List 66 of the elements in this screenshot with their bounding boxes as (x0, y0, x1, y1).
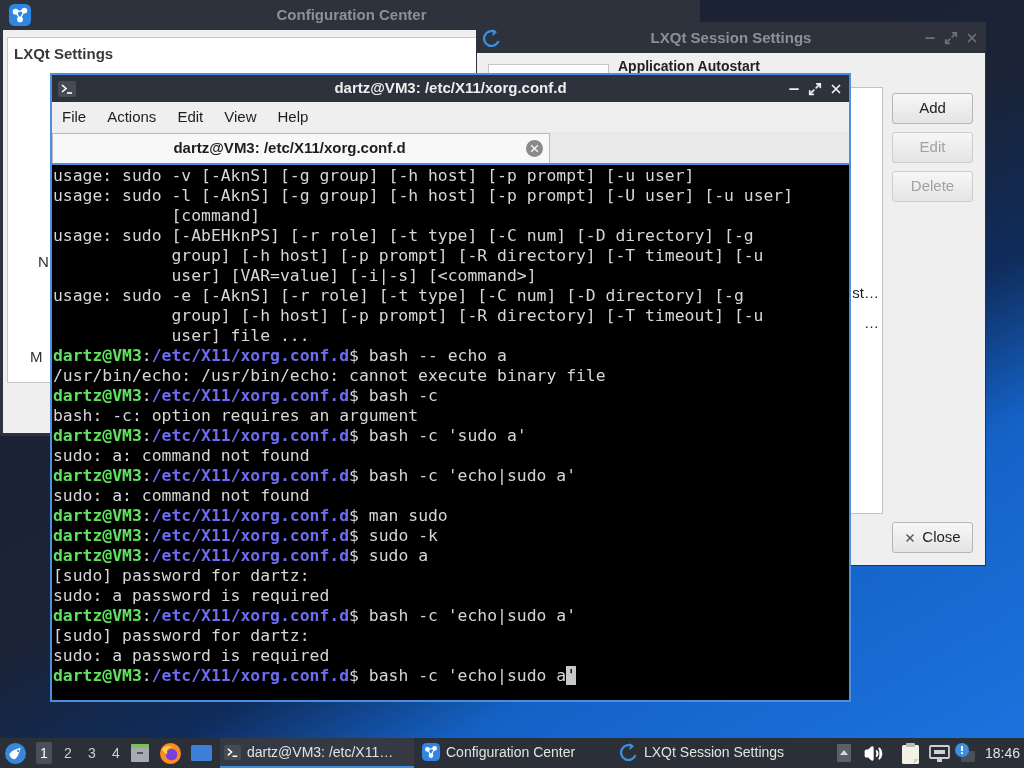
window-title: Configuration Center (276, 4, 427, 25)
prompt-line: dartz@VM3:/etc/X11/xorg.conf.d$ bash -- echo a (53, 346, 507, 365)
prompt-line: dartz@VM3:/etc/X11/xorg.conf.d$ bash -c 'echo|sudo a' (53, 666, 577, 685)
network-nodes-icon (9, 4, 31, 26)
close-button[interactable]: Close (892, 522, 973, 553)
menu-item[interactable]: Help (277, 108, 309, 126)
output-line: group] [-h host] [-p prompt] [-R directory] [-T timeout] [-u (171, 246, 764, 265)
menu-item[interactable]: Actions (107, 108, 157, 126)
output-line: [sudo] password for dartz: (53, 566, 310, 585)
volume-icon[interactable] (863, 743, 883, 763)
prompt-line: dartz@VM3:/etc/X11/xorg.conf.d$ bash -c (53, 386, 438, 405)
terminal-tab[interactable]: dartz@VM3: /etc/X11/xorg.conf.d (52, 133, 550, 163)
fox-globe-icon[interactable] (160, 742, 181, 764)
alert-icon[interactable] (954, 743, 975, 763)
output-line: usage: sudo -v [-AknS] [-g group] [-h host] [-p prompt] [-u user] (53, 166, 695, 185)
note-icon[interactable] (901, 742, 921, 764)
maximize-icon[interactable] (808, 81, 822, 96)
network-nodes-icon (422, 743, 440, 761)
file-cabinet-icon[interactable] (130, 743, 150, 763)
circular-arrow-icon (620, 743, 638, 761)
output-line: usage: sudo -l [-AknS] [-g group] [-h host] [-p prompt] [-U user] [-u user] (53, 186, 794, 205)
clock[interactable]: 18:46 (984, 742, 1020, 764)
output-line: group] [-h host] [-p prompt] [-R directory] [-T timeout] [-u (171, 306, 764, 325)
output-line: sudo: a: command not found (53, 486, 310, 505)
output-line: user] [VAR=value] [-i|-s] [<command>] (171, 266, 537, 285)
prompt-line: dartz@VM3:/etc/X11/xorg.conf.d$ bash -c 'echo|sudo a' (53, 466, 577, 485)
output-line: bash: -c: option requires an argument (53, 406, 419, 425)
workspace-button[interactable]: 3 (84, 742, 100, 764)
item-label[interactable]: M (30, 348, 43, 366)
output-line: user] file ... (171, 326, 310, 345)
panel-title: LXQt Settings (14, 45, 114, 63)
list-item[interactable]: … (864, 314, 879, 332)
dialog-button[interactable]: Add (892, 93, 973, 124)
window-title: LXQt Session Settings (650, 27, 812, 48)
workspace-button[interactable]: 2 (60, 742, 76, 764)
output-line: sudo: a password is required (53, 646, 330, 665)
task-button[interactable]: LXQt Session Settings (616, 738, 810, 768)
workspace-button[interactable]: 1 (36, 742, 52, 764)
output-line: usage: sudo [-AbEHknPS] [-r role] [-t type] [-C num] [-D directory] [-g (53, 226, 754, 245)
section-title: Application Autostart (618, 58, 760, 74)
task-button[interactable]: Configuration Center (418, 738, 612, 768)
terminal-prompt-icon (58, 80, 76, 97)
prompt-line: dartz@VM3:/etc/X11/xorg.conf.d$ man sudo (53, 506, 448, 525)
terminal-prompt-icon (224, 744, 241, 760)
close-icon (904, 531, 917, 544)
window-title: dartz@VM3: /etc/X11/xorg.conf.d (334, 78, 567, 99)
start-menu-icon[interactable] (5, 742, 26, 764)
menu-item[interactable]: Edit (177, 108, 204, 126)
prompt-line: dartz@VM3:/etc/X11/xorg.conf.d$ bash -c 'echo|sudo a' (53, 606, 577, 625)
output-line: [sudo] password for dartz: (53, 626, 310, 645)
prompt-line: dartz@VM3:/etc/X11/xorg.conf.d$ sudo a (53, 546, 428, 565)
menu-item[interactable]: File (62, 108, 87, 126)
task-button[interactable]: dartz@VM3: /etc/X11… (220, 738, 414, 768)
workspace-button[interactable]: 4 (108, 742, 124, 764)
output-line: [command] (171, 206, 261, 225)
output-line: /usr/bin/echo: /usr/bin/echo: cannot execute binary file (53, 366, 606, 385)
output-line: sudo: a: command not found (53, 446, 310, 465)
list-item[interactable]: st… (852, 284, 879, 302)
item-label[interactable]: N (38, 253, 49, 271)
prompt-line: dartz@VM3:/etc/X11/xorg.conf.d$ bash -c 'sudo a' (53, 426, 527, 445)
menu-item[interactable]: View (224, 108, 257, 126)
circular-arrow-icon (483, 29, 501, 47)
prompt-line: dartz@VM3:/etc/X11/xorg.conf.d$ sudo -k (53, 526, 438, 545)
network-icon[interactable] (928, 744, 950, 762)
output-line: sudo: a password is required (53, 586, 330, 605)
output-line: usage: sudo -e [-AknS] [-r role] [-t type] [-C num] [-D directory] [-g (53, 286, 744, 305)
